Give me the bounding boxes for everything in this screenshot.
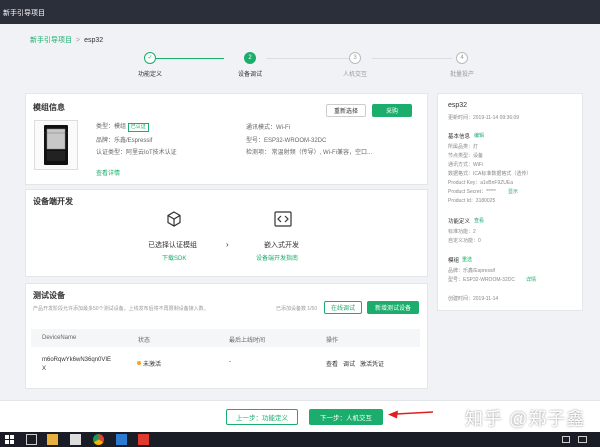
module-cert-type: 认证类型：阿里云IoT技术认证 (96, 150, 177, 156)
info-line: 节点类型：设备 (448, 153, 484, 159)
module-image (34, 120, 78, 170)
module-line: 品牌：乐鑫/Espressif (448, 268, 495, 274)
column-header: DeviceName (42, 335, 77, 341)
breadcrumb: 新手引导项目 > esp32 (30, 35, 103, 45)
app-title: 新手引导项目 (3, 10, 45, 17)
device-count: 已添加设备数 1/50 (276, 306, 318, 312)
reselect-module-link[interactable]: 重选 (462, 256, 472, 263)
step-number: 4 (456, 52, 468, 64)
card-title: 模组信息 (33, 103, 65, 112)
online-debug-button[interactable]: 在线调试 (324, 301, 362, 314)
column-header: 状态 (138, 338, 151, 344)
selected-module-label: 已选择认证模组 (148, 242, 197, 249)
activation-credential-action[interactable]: 激活凭证 (360, 359, 384, 368)
chrome-icon[interactable] (93, 434, 104, 445)
last-online-time: - (229, 359, 231, 365)
table-row: m6oRqwYk6wN36qn0VIE X 未激活 - 查看 调试 激活凭证 (31, 349, 420, 379)
created-time: 创建时间：2019-11-14 (448, 296, 499, 302)
info-line: 所属品类：灯 (448, 144, 479, 150)
basic-info-title: 基本信息 (448, 134, 471, 140)
notes-app-icon[interactable] (70, 434, 81, 445)
step-number: 2 (244, 52, 256, 64)
module-info-card: 模组信息 重新选择 采购 类型：模组 已认证 品牌：乐鑫/Espressif 认… (25, 93, 428, 185)
notification-icon[interactable] (578, 436, 587, 443)
module-type: 类型：模组 已认证 (96, 121, 149, 132)
reselect-button[interactable]: 重新选择 (326, 104, 366, 117)
step-number: 3 (349, 52, 361, 64)
prev-step-button[interactable]: 上一步：功能定义 (226, 409, 298, 425)
step-label: 功能定义 (137, 72, 162, 78)
top-bar: 新手引导项目 (0, 0, 600, 24)
embedded-dev-label: 嵌入式开发 (264, 242, 299, 249)
product-side-panel: esp32 更新时间：2019-11-14 09:36:09 基本信息 编辑 所… (437, 93, 583, 311)
info-line: Product Key：a1vBnF9ZUEa (448, 180, 514, 186)
dev-guide-link[interactable]: 设备端开发指南 (256, 253, 298, 262)
module-comm: 通讯模式：Wi-Fi (246, 125, 290, 131)
windows-start-icon[interactable] (4, 434, 15, 445)
edit-link[interactable]: 编辑 (474, 132, 484, 139)
step-2[interactable]: 2 设备调试 (210, 52, 290, 78)
func-def-title: 功能定义 (448, 219, 471, 225)
info-line: 通讯方式：WiFi (448, 162, 483, 168)
column-header: 最后上线时间 (229, 338, 266, 344)
file-explorer-icon[interactable] (47, 434, 58, 445)
show-secret-link[interactable]: 显示 (508, 188, 518, 195)
column-header: 操作 (326, 338, 339, 344)
arrow-annotation-icon (388, 410, 434, 419)
network-icon (562, 436, 570, 443)
debug-action[interactable]: 调试 (343, 359, 355, 368)
certified-badge: 已认证 (127, 123, 149, 132)
device-dev-card: 设备端开发 已选择认证模组 下载SDK › 嵌入式开发 设备端开发指南 (25, 189, 428, 277)
info-line: 数据格式：ICA标准数据格式（透传） (448, 171, 532, 177)
module-cube-icon (165, 210, 183, 230)
card-title: 测试设备 (33, 291, 65, 300)
download-sdk-link[interactable]: 下载SDK (162, 253, 186, 262)
add-test-device-button[interactable]: 新增测试设备 (367, 301, 419, 314)
module-line: 型号：ESP32-WROOM-32DC (448, 277, 515, 283)
device-name: m6oRqwYk6wN36qn0VIE (42, 357, 112, 363)
view-action[interactable]: 查看 (326, 359, 338, 368)
breadcrumb-parent[interactable]: 新手引导项目 (30, 35, 72, 45)
step-1[interactable]: ✓ 功能定义 (110, 52, 190, 78)
step-3[interactable]: 3 人机交互 (315, 52, 395, 78)
module-brand: 品牌：乐鑫/Espressif (96, 138, 153, 144)
chevron-right-icon: › (226, 240, 229, 249)
step-4[interactable]: 4 批量投产 (422, 52, 502, 78)
info-line: Product Id：3180025 (448, 198, 496, 204)
breadcrumb-current: esp32 (84, 36, 104, 44)
watermark: 知乎 @郑子鑫 (465, 409, 586, 429)
module-title: 模组 (448, 258, 460, 264)
view-func-link[interactable]: 查看 (474, 217, 484, 224)
product-name: esp32 (448, 102, 468, 109)
module-details-link[interactable]: 详情 (526, 276, 536, 283)
step-label: 人机交互 (342, 72, 367, 78)
test-description: 产品开发阶段允许添加最多50个测试设备，上线发布后将不再限制设备接入数。 (33, 306, 209, 312)
progress-steps: ✓ 功能定义 2 设备调试 3 人机交互 4 批量投产 (110, 52, 500, 82)
module-details-link[interactable]: 查看详情 (96, 168, 120, 177)
step-label: 设备调试 (237, 72, 262, 78)
module-type-label: 类型：模组 (96, 124, 127, 130)
vscode-icon[interactable] (116, 434, 127, 445)
updated-time: 更新时间：2019-11-14 09:36:09 (448, 115, 520, 121)
func-line: 标准功能：2 (448, 229, 476, 235)
code-icon (273, 210, 293, 230)
func-line: 自定义功能：0 (448, 238, 481, 244)
buy-button[interactable]: 采购 (372, 104, 412, 117)
step-label: 批量投产 (449, 72, 474, 78)
app-icon-red[interactable] (138, 434, 149, 445)
info-line: Product Secret：***** (448, 189, 496, 195)
status-text: 未激活 (143, 362, 162, 368)
next-step-button[interactable]: 下一步：人机交互 (309, 409, 383, 425)
device-table-header: DeviceName 状态 最后上线时间 操作 (31, 329, 420, 347)
device-name-cont: X (42, 366, 47, 372)
task-view-icon[interactable] (26, 434, 37, 445)
status-dot-icon (137, 361, 141, 365)
step-done-icon: ✓ (144, 52, 156, 64)
module-model: 型号：ESP32-WROOM-32DC (246, 138, 327, 144)
os-taskbar (0, 432, 600, 447)
module-detect: 检测项： 常温射频（传导）, Wi-Fi兼容，空口... (246, 150, 372, 156)
card-title: 设备端开发 (33, 197, 73, 206)
breadcrumb-separator: > (76, 36, 81, 44)
